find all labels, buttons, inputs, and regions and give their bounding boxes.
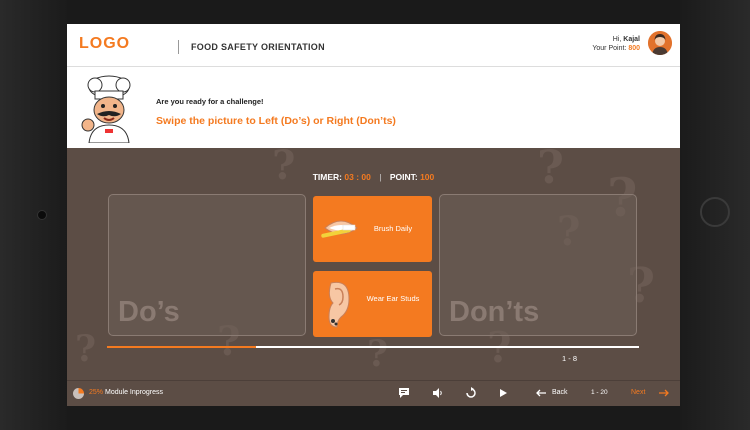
point-label: POINT:: [389, 172, 418, 182]
card-label: Wear Ear Studs: [366, 294, 420, 303]
module-percent: 25%: [89, 389, 104, 396]
chef-mascot-icon: [81, 75, 131, 143]
logo: LOGO: [79, 35, 131, 52]
greeting-text: Hi,: [612, 36, 622, 43]
divider: [178, 40, 179, 54]
ear-stud-icon: [328, 281, 350, 328]
next-arrow-icon[interactable]: [658, 387, 670, 399]
dos-drop-zone[interactable]: Do’s: [108, 194, 306, 336]
camera-icon: [37, 210, 47, 220]
timer-bar: TIMER: 03 : 00 | POINT: 100: [67, 172, 680, 182]
decorative-question-mark: ?: [367, 333, 389, 375]
avatar[interactable]: [648, 31, 672, 55]
back-button[interactable]: Back: [552, 389, 568, 396]
challenge-banner: Are you ready for a challenge! Swipe the…: [67, 67, 680, 148]
progress-bar: [107, 346, 639, 348]
top-bar: LOGO FOOD SAFETY ORIENTATION Hi, Kajal Y…: [67, 24, 680, 67]
progress-fill: [107, 346, 256, 348]
volume-icon[interactable]: [432, 387, 444, 399]
points-label: Your Point:: [592, 45, 627, 52]
page-range: 1 - 20: [591, 389, 608, 396]
card-brush-daily[interactable]: Brush Daily: [313, 196, 432, 262]
module-progress-icon: [73, 388, 84, 399]
user-name: Kajal: [623, 36, 640, 43]
home-button[interactable]: [700, 197, 730, 227]
card-label: Brush Daily: [373, 224, 413, 233]
decorative-question-mark: ?: [272, 148, 296, 189]
timer-separator: |: [379, 172, 382, 182]
donts-drop-zone[interactable]: Don’ts: [439, 194, 637, 336]
game-area: ? ? ? ? ? ? ? ? ? TIMER: 03 : 00 | POINT…: [67, 148, 680, 380]
course-title: FOOD SAFETY ORIENTATION: [191, 42, 325, 52]
point-value: 100: [420, 172, 435, 182]
decorative-question-mark: ?: [75, 328, 97, 370]
decorative-question-mark: ?: [537, 148, 564, 194]
donts-label: Don’ts: [449, 296, 540, 328]
next-button[interactable]: Next: [631, 389, 645, 396]
card-count: 1 - 8: [562, 354, 578, 363]
play-icon[interactable]: [497, 387, 509, 399]
dos-label: Do’s: [118, 296, 180, 328]
user-greeting: Hi, Kajal Your Point: 800: [592, 35, 640, 53]
timer-value: 03 : 00: [344, 172, 371, 182]
module-status: Module Inprogress: [105, 389, 163, 396]
back-arrow-icon[interactable]: [535, 387, 547, 399]
footer-bar: 25% Module Inprogress Back 1 - 20 Next: [67, 380, 680, 406]
toothbrush-mouth-icon: [321, 220, 358, 238]
timer-label: TIMER:: [312, 172, 343, 182]
challenge-instruction: Swipe the picture to Left (Do’s) or Righ…: [156, 115, 396, 127]
app-screen: LOGO FOOD SAFETY ORIENTATION Hi, Kajal Y…: [67, 24, 680, 406]
challenge-prompt: Are you ready for a challenge!: [156, 97, 264, 106]
card-wear-ear-studs[interactable]: Wear Ear Studs: [313, 271, 432, 337]
transcript-icon[interactable]: [398, 387, 410, 399]
replay-icon[interactable]: [465, 387, 477, 399]
points-value: 800: [628, 45, 640, 52]
